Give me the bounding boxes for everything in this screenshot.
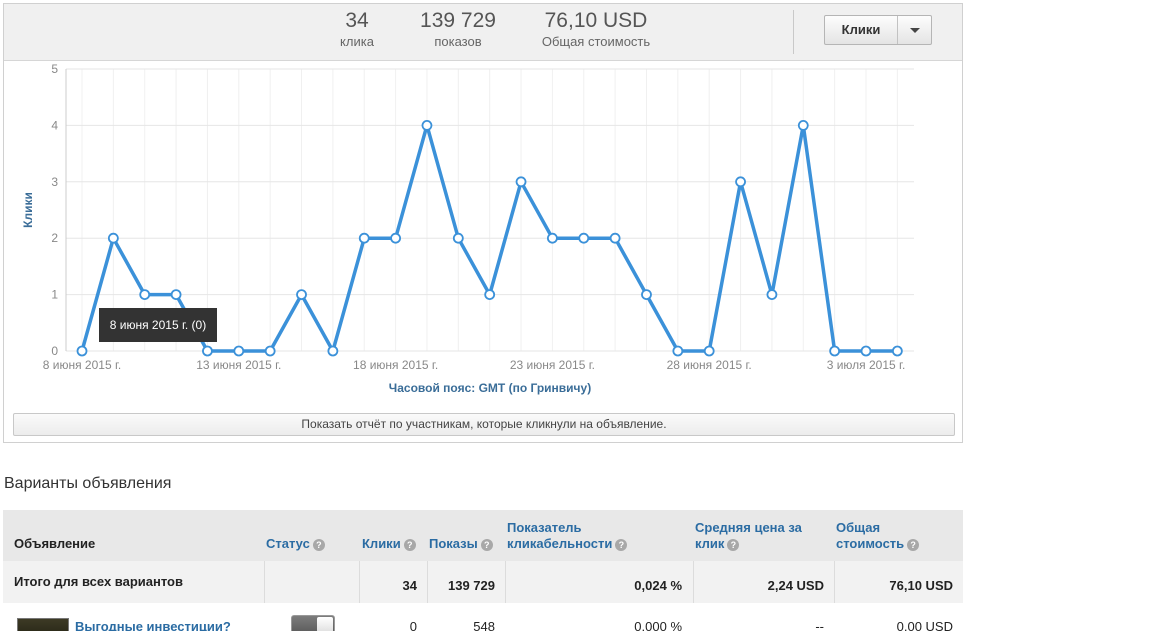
x-tick-label: 13 июня 2015 г. (196, 358, 281, 372)
col-header-avg-cpc-line2: клик (695, 536, 725, 551)
data-point[interactable] (76, 345, 88, 357)
x-tick-label: 3 июля 2015 г. (827, 358, 906, 372)
y-tick-label: 3 (51, 175, 58, 189)
ad-title-link[interactable]: Выгодные инвестиции? (75, 619, 231, 631)
table-row-total: Итого для всех вариантов 34 139 729 0,02… (3, 561, 963, 603)
ad-clicks: 0 (409, 619, 417, 631)
x-tick-label: 23 июня 2015 г. (510, 358, 595, 372)
total-cost: 76,10 USD (889, 578, 953, 593)
data-point[interactable] (264, 345, 276, 357)
col-header-total-cost-line2: стоимость (836, 536, 905, 551)
total-ctr: 0,024 % (634, 578, 682, 593)
data-point[interactable] (703, 345, 715, 357)
col-header-avg-cpc[interactable]: Средняя цена за клик? (695, 520, 802, 552)
table-row: Выгодные инвестиции? 0 548 0,000 % -- 0,… (3, 603, 963, 631)
total-row-label: Итого для всех вариантов (14, 574, 183, 589)
data-point[interactable] (390, 232, 402, 244)
data-point[interactable] (672, 345, 684, 357)
y-tick-label: 2 (51, 231, 58, 245)
x-tick-label: 28 июня 2015 г. (667, 358, 752, 372)
y-tick-label: 1 (51, 288, 58, 302)
ad-avg-cpc: -- (815, 619, 824, 631)
y-tick-label: 4 (51, 118, 58, 132)
data-point[interactable] (139, 289, 151, 301)
data-point[interactable] (891, 345, 903, 357)
data-point[interactable] (735, 176, 746, 188)
data-point[interactable] (107, 232, 119, 244)
data-point[interactable] (515, 176, 527, 188)
data-point[interactable] (202, 345, 213, 357)
data-point[interactable] (860, 345, 872, 357)
help-icon[interactable]: ? (615, 539, 628, 551)
ad-thumbnail (17, 618, 69, 631)
data-point[interactable] (484, 289, 496, 301)
data-point[interactable] (641, 289, 652, 301)
help-icon[interactable]: ? (403, 539, 416, 551)
y-axis-title: Клики (21, 192, 35, 228)
col-header-status-label: Статус (266, 536, 310, 551)
col-header-total-cost[interactable]: Общая стоимость? (836, 520, 920, 552)
y-tick-label: 0 (51, 344, 58, 358)
ad-ctr: 0,000 % (634, 619, 682, 631)
data-point[interactable] (358, 232, 370, 244)
x-axis-title: Часовой пояс: GMT (по Гринвичу) (389, 381, 591, 395)
ad-status-toggle[interactable] (291, 615, 335, 631)
data-point[interactable] (296, 289, 307, 301)
ad-total-cost: 0,00 USD (896, 619, 953, 631)
col-header-ctr[interactable]: Показатель кликабельности? (507, 520, 628, 552)
help-icon[interactable]: ? (727, 539, 740, 551)
col-header-clicks-label: Клики (362, 536, 401, 551)
y-tick-label: 5 (51, 62, 58, 76)
ad-variants-heading: Варианты объявления (4, 475, 172, 492)
col-header-avg-cpc-line1: Средняя цена за (695, 520, 802, 535)
data-point[interactable] (547, 232, 558, 244)
col-header-ctr-line2: кликабельности (507, 536, 613, 551)
total-clicks: 34 (402, 578, 417, 593)
data-point[interactable] (233, 345, 245, 357)
col-header-ad: Объявление (14, 536, 96, 551)
col-header-impressions-label: Показы (429, 536, 478, 551)
chart-tooltip: 8 июня 2015 г. (0) (99, 308, 217, 342)
help-icon[interactable]: ? (480, 539, 493, 551)
data-point[interactable] (170, 289, 182, 301)
total-impressions: 139 729 (448, 578, 495, 593)
x-tick-label: 8 июня 2015 г. (43, 358, 121, 372)
toggle-knob (317, 617, 333, 631)
data-point[interactable] (609, 232, 621, 244)
col-header-clicks[interactable]: Клики? (362, 536, 416, 552)
data-point[interactable] (421, 120, 433, 131)
total-avg-cpc: 2,24 USD (767, 578, 824, 593)
col-header-total-cost-line1: Общая (836, 520, 881, 535)
col-header-ctr-line1: Показатель (507, 520, 582, 535)
show-clickers-report-button[interactable]: Показать отчёт по участникам, которые кл… (13, 413, 955, 436)
data-point[interactable] (578, 232, 590, 244)
col-header-status[interactable]: Статус? (266, 536, 325, 552)
clicks-line-chart: 0 1 2 3 4 5 8 июня 2015 г. 13 июня 2015 г. 18 ию… (21, 62, 914, 395)
campaign-performance-panel: 34 клика 139 729 показов 76,10 USD Общая… (3, 3, 963, 443)
data-point[interactable] (766, 289, 778, 301)
data-point[interactable] (797, 120, 809, 131)
x-tick-label: 18 июня 2015 г. (353, 358, 438, 372)
data-point[interactable] (327, 345, 339, 357)
data-point[interactable] (829, 345, 841, 357)
help-icon[interactable]: ? (907, 539, 920, 551)
col-header-impressions[interactable]: Показы? (429, 536, 493, 552)
data-point[interactable] (452, 232, 464, 244)
table-header: Объявление Статус? Клики? Показы? Показа… (3, 510, 963, 561)
help-icon[interactable]: ? (312, 539, 325, 551)
ad-impressions: 548 (473, 619, 495, 631)
